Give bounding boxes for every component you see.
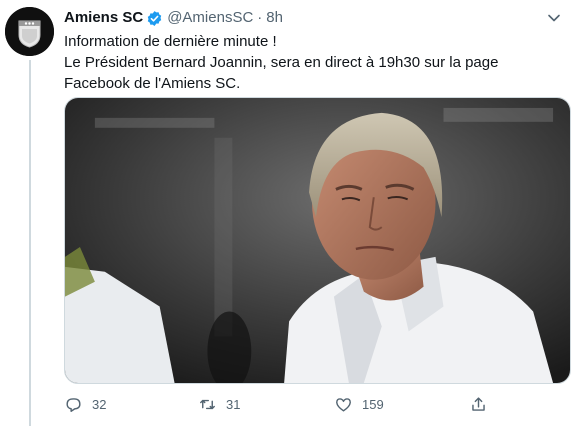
retweet-icon	[200, 399, 215, 409]
verified-badge-icon	[146, 10, 163, 27]
retweet-count: 31	[226, 396, 241, 412]
share-icon	[472, 396, 485, 411]
tweet-actions: 32 31 159	[64, 392, 504, 416]
tweet-text-line: Information de dernière minute !	[64, 33, 277, 50]
like-button[interactable]: 159	[334, 392, 384, 416]
avatar[interactable]	[5, 7, 54, 56]
photo-president-portrait	[65, 98, 570, 383]
reply-icon	[66, 397, 81, 412]
thread-line	[29, 60, 31, 426]
timestamp[interactable]: 8h	[266, 8, 283, 28]
share-button[interactable]	[469, 392, 488, 416]
separator-dot: ·	[257, 9, 263, 26]
reply-button[interactable]: 32	[64, 392, 106, 416]
tweet-text: Information de dernière minute ! Le Prés…	[64, 31, 564, 94]
reply-count: 32	[92, 396, 107, 412]
heart-icon	[336, 397, 351, 412]
retweet-button[interactable]: 31	[198, 392, 240, 416]
chevron-down-icon[interactable]	[546, 10, 562, 26]
display-name[interactable]: Amiens SC	[64, 8, 143, 28]
club-crest-logo	[5, 7, 54, 56]
tweet-text-line: Facebook de l'Amiens SC.	[64, 75, 241, 92]
tweet-header: Amiens SC @AmiensSC · 8h	[64, 8, 283, 28]
tweet-text-line: Le Président Bernard Joannin, sera en di…	[64, 54, 499, 71]
handle[interactable]: @AmiensSC	[167, 8, 253, 28]
like-count: 159	[362, 396, 384, 412]
tweet-photo[interactable]	[64, 97, 571, 384]
